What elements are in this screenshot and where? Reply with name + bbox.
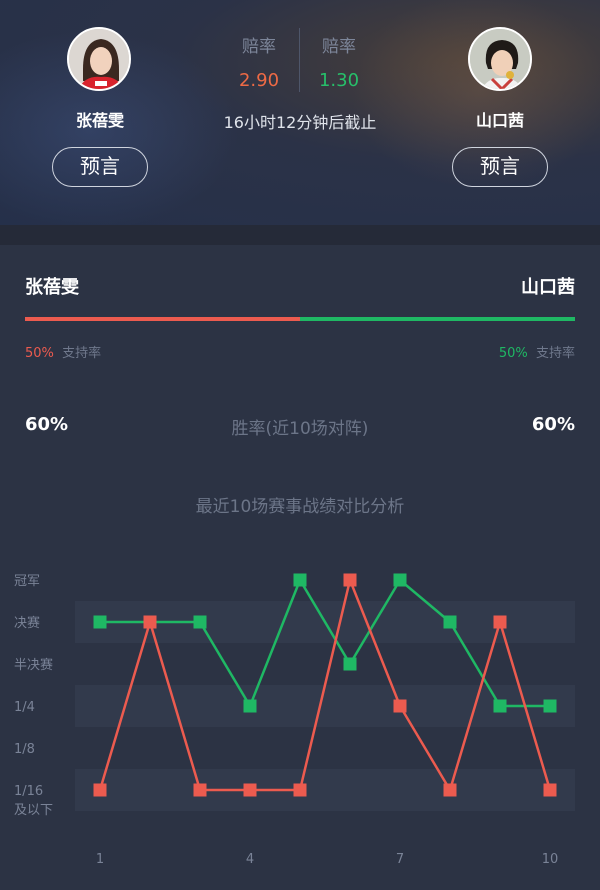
series-0-point[interactable] [493, 699, 507, 713]
right-predict-button[interactable]: 预言 [452, 147, 548, 187]
series-0-point[interactable] [543, 699, 557, 713]
left-support-pct: 50% [25, 346, 54, 361]
series-1-point[interactable] [443, 783, 457, 797]
chart-band [75, 727, 575, 769]
support-right-name: 山口茜 [521, 277, 575, 298]
y-tick-label: 1/8 [14, 742, 35, 757]
series-1-point[interactable] [293, 783, 307, 797]
chart-title: 最近10场赛事战绩对比分析 [195, 497, 405, 517]
series-1-point[interactable] [393, 699, 407, 713]
right-win-rate: 60% [531, 414, 575, 435]
support-left-name: 张蓓雯 [25, 277, 79, 298]
left-support-bar [25, 317, 300, 321]
y-tick-label: 决赛 [14, 615, 40, 631]
x-tick-label: 7 [396, 852, 404, 867]
series-0-point[interactable] [293, 573, 307, 587]
series-1-point[interactable] [193, 783, 207, 797]
win-rate-label: 胜率(近10场对阵) [231, 419, 369, 439]
left-player-name: 张蓓雯 [75, 111, 124, 130]
series-1-point[interactable] [93, 783, 107, 797]
chart-band [75, 643, 575, 685]
x-tick-label: 4 [246, 852, 254, 867]
section-gap [0, 225, 600, 245]
left-support-rate: 50% 支持率 [25, 342, 101, 361]
y-tick-label: 半决赛 [14, 657, 53, 673]
left-odds-value: 2.90 [238, 70, 280, 91]
right-support-bar [300, 317, 575, 321]
series-0-point[interactable] [443, 615, 457, 629]
left-win-rate: 60% [25, 414, 69, 435]
right-player-avatar[interactable] [468, 27, 532, 91]
series-0-point[interactable] [393, 573, 407, 587]
series-1-point[interactable] [543, 783, 557, 797]
right-support-label: 支持率 [535, 346, 575, 361]
right-odds-label: 赔率 [322, 37, 356, 57]
chart-band [75, 559, 575, 601]
y-tick-label: 及以下 [14, 803, 53, 818]
results-line-chart: 1/16 及以下 1/8 1/4 半决赛 决赛 冠军 1 4 7 10 [14, 559, 575, 867]
series-0-point[interactable] [93, 615, 107, 629]
series-1-point[interactable] [243, 783, 257, 797]
x-tick-label: 10 [542, 852, 559, 867]
deadline-text: 16小时12分钟后截止 [223, 113, 377, 132]
right-odds-value: 1.30 [318, 70, 360, 91]
left-player-avatar[interactable] [67, 27, 131, 91]
right-player-name: 山口茜 [475, 111, 524, 130]
y-tick-label: 1/4 [14, 700, 35, 715]
series-0-point[interactable] [243, 699, 257, 713]
left-support-label: 支持率 [62, 346, 102, 361]
left-predict-button[interactable]: 预言 [52, 147, 148, 187]
right-support-rate: 50% 支持率 [499, 342, 575, 361]
y-tick-label: 1/16 [14, 784, 43, 799]
chart-band [75, 769, 575, 811]
series-1-point[interactable] [343, 573, 357, 587]
series-1-point[interactable] [143, 615, 157, 629]
series-0-point[interactable] [343, 657, 357, 671]
right-support-pct: 50% [498, 346, 528, 361]
series-0-point[interactable] [193, 615, 207, 629]
left-odds-label: 赔率 [242, 37, 276, 57]
series-1-point[interactable] [493, 615, 507, 629]
y-tick-label: 冠军 [14, 574, 40, 589]
x-tick-label: 1 [96, 852, 104, 867]
odds-divider [299, 28, 300, 92]
